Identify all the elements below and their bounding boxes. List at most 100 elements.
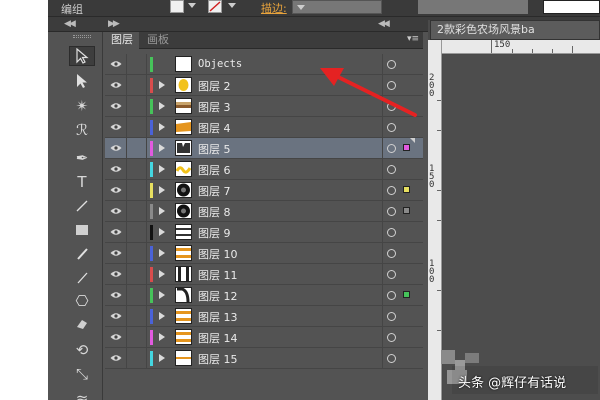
expand-triangle-icon[interactable] <box>159 186 165 194</box>
lasso-icon[interactable]: ℛ <box>69 120 95 140</box>
target-circle-icon[interactable] <box>387 186 396 195</box>
target-circle-icon[interactable] <box>387 207 396 216</box>
target-circle-icon[interactable] <box>387 333 396 342</box>
document-tab[interactable]: 2款彩色农场风景ba <box>430 20 600 40</box>
target-circle-icon[interactable] <box>387 249 396 258</box>
collapse-icon[interactable]: ◀◀ <box>64 19 76 29</box>
layer-row[interactable]: 图层 12 <box>105 285 423 306</box>
rotate-tool-icon[interactable]: ⟲ <box>69 340 95 360</box>
lock-toggle[interactable] <box>127 222 147 242</box>
layer-name[interactable]: 图层 15 <box>198 351 238 367</box>
visibility-eye-icon[interactable] <box>105 222 127 242</box>
visibility-eye-icon[interactable] <box>105 75 127 95</box>
target-circle-icon[interactable] <box>387 144 396 153</box>
visibility-eye-icon[interactable] <box>105 96 127 116</box>
paintbrush-icon[interactable] <box>69 244 95 264</box>
layer-row[interactable]: 图层 11 <box>105 264 423 285</box>
layer-name[interactable]: 图层 8 <box>198 204 231 220</box>
layer-name[interactable]: 图层 9 <box>198 225 231 241</box>
visibility-eye-icon[interactable] <box>105 117 127 137</box>
type-tool-icon[interactable]: T <box>69 172 95 192</box>
expand-triangle-icon[interactable] <box>159 207 165 215</box>
expand-triangle-icon[interactable] <box>159 228 165 236</box>
expand-triangle-icon[interactable] <box>159 123 165 131</box>
target-circle-icon[interactable] <box>387 270 396 279</box>
layer-row[interactable]: 图层 15 <box>105 348 423 369</box>
lock-toggle[interactable] <box>127 264 147 284</box>
visibility-eye-icon[interactable] <box>105 201 127 221</box>
layer-row[interactable]: 图层 10 <box>105 243 423 264</box>
layer-name[interactable]: 图层 5 <box>198 141 231 157</box>
lock-toggle[interactable] <box>127 201 147 221</box>
lock-toggle[interactable] <box>127 180 147 200</box>
width-tool-icon[interactable]: ≈ <box>69 388 95 400</box>
target-circle-icon[interactable] <box>387 354 396 363</box>
fill-swatch[interactable] <box>170 0 184 13</box>
blob-brush-icon[interactable]: ⎔ <box>69 291 95 311</box>
target-circle-icon[interactable] <box>387 123 396 132</box>
collapse-icon[interactable]: ▶▶ <box>108 19 120 29</box>
expand-triangle-icon[interactable] <box>159 144 165 152</box>
collapse-icon[interactable]: ◀◀ <box>378 19 390 29</box>
visibility-eye-icon[interactable] <box>105 243 127 263</box>
selection-tool-icon[interactable] <box>69 46 95 66</box>
layer-name[interactable]: 图层 14 <box>198 330 238 346</box>
visibility-eye-icon[interactable] <box>105 306 127 326</box>
expand-triangle-icon[interactable] <box>159 102 165 110</box>
layer-name[interactable]: 图层 12 <box>198 288 238 304</box>
target-circle-icon[interactable] <box>387 228 396 237</box>
expand-triangle-icon[interactable] <box>159 270 165 278</box>
layer-row[interactable]: 图层 14 <box>105 327 423 348</box>
artboard-canvas[interactable] <box>441 55 600 400</box>
target-circle-icon[interactable] <box>387 165 396 174</box>
scale-tool-icon[interactable]: ⤡ <box>69 364 95 384</box>
selection-indicator[interactable] <box>403 186 410 193</box>
layer-row[interactable]: 图层 8 <box>105 201 423 222</box>
variable-width-field[interactable] <box>418 0 528 14</box>
layer-name[interactable]: 图层 13 <box>198 309 238 325</box>
stroke-weight-dropdown[interactable] <box>292 0 382 14</box>
expand-triangle-icon[interactable] <box>159 165 165 173</box>
expand-triangle-icon[interactable] <box>159 249 165 257</box>
stroke-link[interactable]: 描边: <box>261 0 287 16</box>
visibility-eye-icon[interactable] <box>105 54 127 74</box>
lock-toggle[interactable] <box>127 117 147 137</box>
lock-toggle[interactable] <box>127 306 147 326</box>
tab-artboards[interactable]: 画板 <box>141 32 175 49</box>
expand-triangle-icon[interactable] <box>159 291 165 299</box>
pen-tool-icon[interactable]: ✒ <box>69 148 95 168</box>
panel-menu-icon[interactable]: ▾≡ <box>407 34 419 44</box>
layer-row[interactable]: 图层 6 <box>105 159 423 180</box>
layer-name[interactable]: 图层 11 <box>198 267 238 283</box>
eraser-icon[interactable] <box>69 314 95 334</box>
selection-indicator[interactable] <box>403 207 410 214</box>
chevron-down-icon[interactable] <box>188 3 196 8</box>
visibility-eye-icon[interactable] <box>105 285 127 305</box>
pencil-icon[interactable] <box>69 268 95 288</box>
rectangle-tool-icon[interactable] <box>69 220 95 240</box>
visibility-eye-icon[interactable] <box>105 138 127 158</box>
layer-row[interactable]: 图层 7 <box>105 180 423 201</box>
direct-selection-tool-icon[interactable] <box>69 71 95 91</box>
lock-toggle[interactable] <box>127 348 147 368</box>
tab-layers[interactable]: 图层 <box>105 32 139 49</box>
layer-row[interactable]: 图层 4 <box>105 117 423 138</box>
visibility-eye-icon[interactable] <box>105 159 127 179</box>
selection-indicator[interactable] <box>403 144 410 151</box>
lock-toggle[interactable] <box>127 327 147 347</box>
expand-triangle-icon[interactable] <box>159 333 165 341</box>
brush-preview[interactable] <box>543 0 600 14</box>
layer-row[interactable]: 图层 13 <box>105 306 423 327</box>
visibility-eye-icon[interactable] <box>105 264 127 284</box>
lock-toggle[interactable] <box>127 54 147 74</box>
target-circle-icon[interactable] <box>387 291 396 300</box>
magic-wand-icon[interactable]: ✴ <box>69 96 95 116</box>
lock-toggle[interactable] <box>127 96 147 116</box>
visibility-eye-icon[interactable] <box>105 180 127 200</box>
chevron-down-icon[interactable] <box>228 3 236 8</box>
lock-toggle[interactable] <box>127 243 147 263</box>
grip-handle[interactable] <box>73 35 91 38</box>
layer-row[interactable]: 图层 9 <box>105 222 423 243</box>
visibility-eye-icon[interactable] <box>105 348 127 368</box>
line-tool-icon[interactable] <box>69 196 95 216</box>
